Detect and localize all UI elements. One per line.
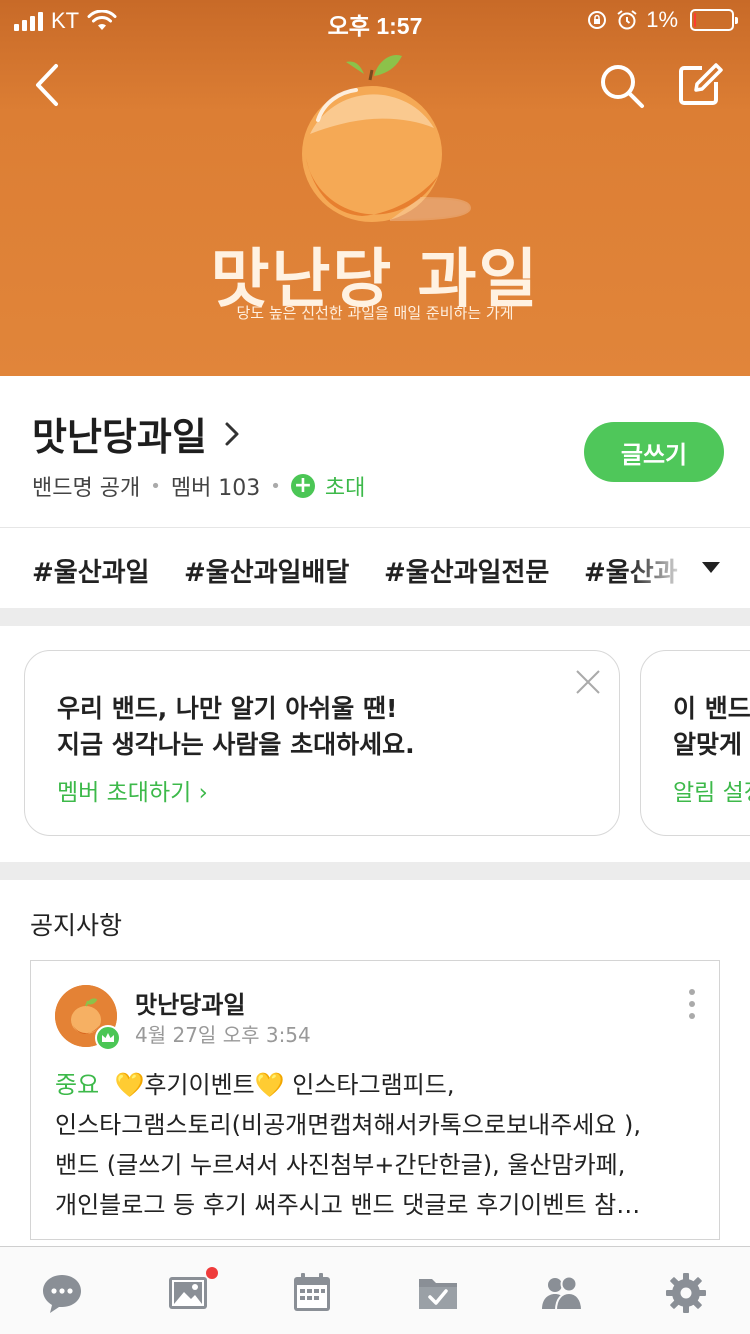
invite-members-link[interactable]: 멤버 초대하기 › xyxy=(57,773,208,807)
heart-icon: 💛 xyxy=(114,1071,145,1099)
card-line: 우리 밴드, 나만 알기 아쉬울 땐! xyxy=(57,694,398,723)
invite-card: 우리 밴드, 나만 알기 아쉬울 땐! 지금 생각나는 사람을 초대하세요. 멤… xyxy=(24,650,620,836)
hashtag-item[interactable]: #울산과일배달 xyxy=(184,552,349,589)
card-line: 지금 생각나는 사람을 초대하세요. xyxy=(57,730,415,759)
band-cover: KT 오후 1:57 1% 맛난당 과일 당도 높은 신선한 과일을 매일 준비… xyxy=(0,0,750,376)
card-line: 알맞게 xyxy=(673,730,743,759)
tab-settings[interactable] xyxy=(664,1271,708,1315)
calendar-icon xyxy=(294,1273,330,1311)
post-body[interactable]: 중요 💛후기이벤트💛 인스타그램피드, 인스타그램스토리(비공개면캡쳐해서카톡으… xyxy=(55,1065,705,1225)
alarm-icon xyxy=(617,10,637,30)
suggestion-carousel[interactable]: 우리 밴드, 나만 알기 아쉬울 땐! 지금 생각나는 사람을 초대하세요. 멤… xyxy=(0,626,750,862)
battery-percent: 1% xyxy=(646,7,678,32)
close-icon[interactable] xyxy=(575,669,601,695)
separator-dot: • xyxy=(150,475,161,497)
avatar[interactable] xyxy=(55,985,121,1051)
band-meta: 밴드명 공개 • 멤버 103 • + 초대 xyxy=(32,470,365,502)
compose-icon[interactable] xyxy=(676,60,724,108)
back-icon[interactable] xyxy=(28,62,68,108)
settings-icon xyxy=(666,1273,706,1313)
plus-icon[interactable]: + xyxy=(290,474,315,498)
important-tag: 중요 xyxy=(55,1071,100,1099)
tab-files[interactable] xyxy=(416,1271,460,1315)
post-text: 인스타그램피드, xyxy=(284,1071,455,1099)
cover-subtitle: 당도 높은 신선한 과일을 매일 준비하는 가게 xyxy=(236,304,514,322)
notification-settings-link[interactable]: 알림 설정 xyxy=(673,773,750,807)
post-line: 인스타그램스토리(비공개면캡쳐해서카톡으로보내주세요 ), xyxy=(55,1111,641,1139)
invite-link[interactable]: 초대 xyxy=(325,470,365,502)
fruit-logo-icon xyxy=(302,54,472,222)
photo-icon xyxy=(169,1277,207,1309)
status-right: 1% xyxy=(586,7,738,33)
post-line: 중요 💛후기이벤트💛 인스타그램피드, xyxy=(55,1065,705,1105)
hashtag-bar: #울산과일 #울산과일배달 #울산과일전문 #울산과 xyxy=(0,528,750,608)
folder-check-icon xyxy=(419,1279,457,1309)
tab-members[interactable] xyxy=(540,1271,584,1315)
post-line: 개인블로그 등 후기 써주시고 밴드 댓글로 후기이벤트 참… xyxy=(55,1191,641,1219)
tab-photos[interactable] xyxy=(166,1267,218,1315)
tab-chat[interactable] xyxy=(40,1271,84,1315)
notice-section: 공지사항 맛난당과일 4월 27일 오후 3:54 중요 💛후기이벤트💛 인스타… xyxy=(0,880,750,1246)
band-name-link[interactable]: 맛난당과일 xyxy=(32,406,243,461)
separator-dot: • xyxy=(270,475,281,497)
post-line: 밴드 (글쓰기 누르셔서 사진첨부+간단한글), 울산맘카페, xyxy=(55,1151,626,1179)
tab-calendar[interactable] xyxy=(290,1271,334,1315)
band-visibility: 밴드명 공개 xyxy=(32,476,141,501)
members-icon xyxy=(542,1275,584,1311)
crown-badge-icon xyxy=(95,1025,121,1051)
chevron-right-icon xyxy=(225,422,239,445)
notice-post[interactable]: 맛난당과일 4월 27일 오후 3:54 중요 💛후기이벤트💛 인스타그램피드,… xyxy=(30,960,720,1240)
post-author[interactable]: 맛난당과일 xyxy=(135,985,245,1020)
card-line: 이 밴드 xyxy=(673,694,750,723)
section-divider xyxy=(0,608,750,626)
post-date: 4월 27일 오후 3:54 xyxy=(135,1023,311,1047)
hashtag-fade xyxy=(630,528,690,608)
band-name: 맛난당과일 xyxy=(32,415,207,459)
band-info: 맛난당과일 밴드명 공개 • 멤버 103 • + 초대 글쓰기 xyxy=(0,376,750,528)
new-badge xyxy=(206,1267,218,1279)
hashtag-item[interactable]: #울산과일전문 xyxy=(384,552,549,589)
search-icon[interactable] xyxy=(598,62,646,110)
status-bar: KT 오후 1:57 1% xyxy=(0,0,750,40)
hashtag-item[interactable]: #울산과일 xyxy=(32,552,149,589)
bottom-tab-bar xyxy=(0,1246,750,1334)
triangle-down-icon xyxy=(702,562,720,573)
post-text: 후기이벤트 xyxy=(144,1071,255,1099)
more-options-icon[interactable] xyxy=(687,989,697,1019)
notice-section-title: 공지사항 xyxy=(30,911,123,940)
write-post-button[interactable]: 글쓰기 xyxy=(584,422,724,482)
battery-icon xyxy=(690,9,738,31)
heart-icon: 💛 xyxy=(254,1071,285,1099)
expand-hashtags-button[interactable] xyxy=(690,528,750,608)
notification-card: 이 밴드 알맞게 알림 설정 xyxy=(640,650,750,836)
member-count[interactable]: 멤버 103 xyxy=(171,470,260,502)
section-divider xyxy=(0,862,750,880)
chat-icon xyxy=(43,1275,81,1313)
rotation-lock-icon xyxy=(588,11,607,29)
